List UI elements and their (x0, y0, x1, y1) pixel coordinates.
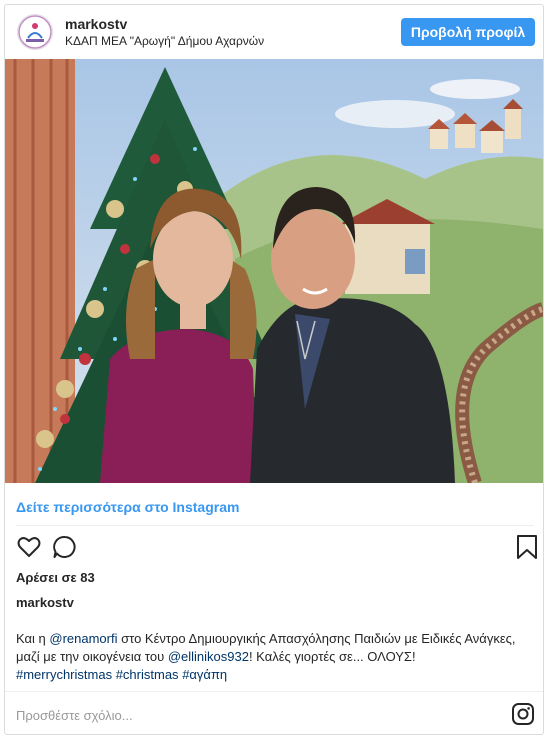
view-profile-button[interactable]: Προβολή προφίλ (401, 18, 535, 46)
add-comment-field[interactable]: Προσθέστε σχόλιο... (16, 708, 133, 723)
post-caption: Και η @renamorfi στο Κέντρο Δημιουργικής… (16, 630, 536, 684)
comment-bubble-icon[interactable] (51, 533, 79, 561)
hashtag-link[interactable]: #αγάπη (182, 667, 227, 682)
hashtag-link[interactable]: #christmas (116, 667, 179, 682)
caption-text: Και η (16, 631, 50, 646)
caption-username[interactable]: markostv (16, 595, 74, 610)
instagram-icon[interactable] (511, 702, 535, 726)
mention-link[interactable]: @renamorfi (49, 631, 117, 646)
mention-link[interactable]: @ellinikos932 (168, 649, 249, 664)
bookmark-icon[interactable] (513, 533, 541, 561)
view-more-on-instagram-link[interactable]: Δείτε περισσότερα στο Instagram (16, 499, 239, 515)
caption-text: ! Καλές γιορτές σε... ΟΛΟΥΣ! (248, 649, 416, 664)
instagram-embed-card: markostv ΚΔΑΠ ΜΕΑ "Αρωγή" Δήμου Αχαρνών … (4, 4, 544, 735)
post-location[interactable]: ΚΔΑΠ ΜΕΑ "Αρωγή" Δήμου Αχαρνών (65, 34, 264, 48)
divider (16, 525, 534, 526)
avatar[interactable] (17, 14, 53, 50)
likes-count[interactable]: Αρέσει σε 83 (16, 570, 95, 585)
heart-icon[interactable] (15, 533, 43, 561)
divider (5, 691, 543, 692)
hashtag-link[interactable]: #merrychristmas (16, 667, 112, 682)
post-header: markostv ΚΔΑΠ ΜΕΑ "Αρωγή" Δήμου Αχαρνών … (5, 5, 543, 59)
post-photo[interactable] (5, 59, 543, 483)
post-username[interactable]: markostv (65, 16, 127, 32)
